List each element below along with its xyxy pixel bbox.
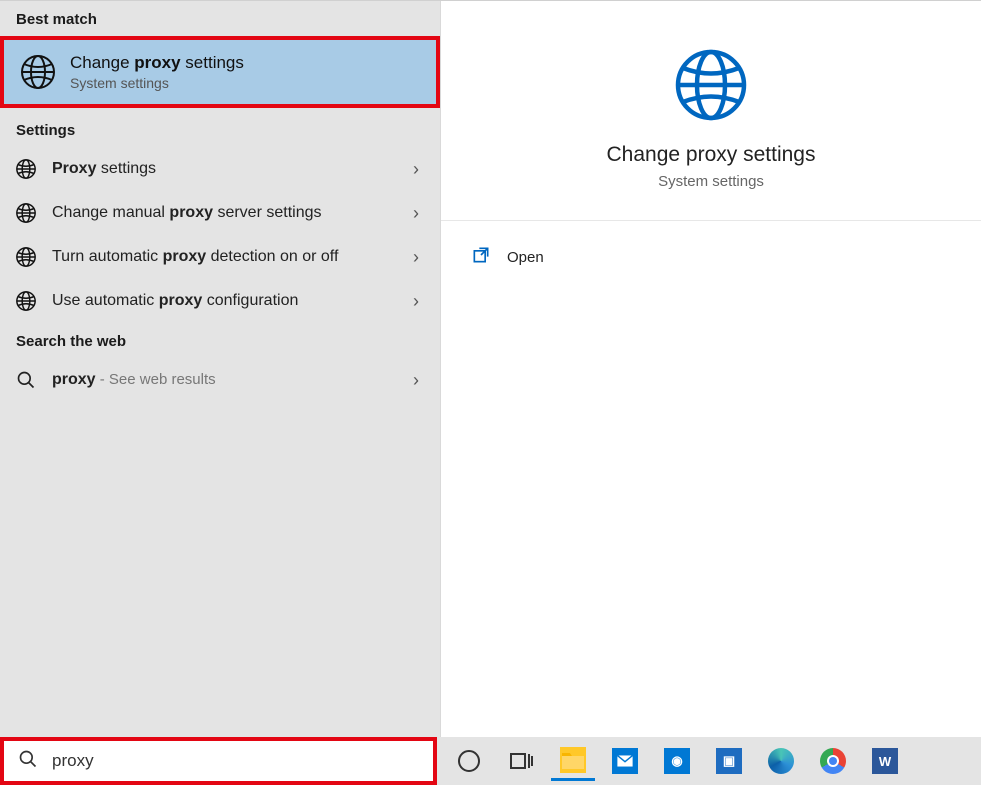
settings-result-manual-proxy[interactable]: Change manual proxy server settings › — [0, 191, 440, 235]
edge-icon — [768, 748, 794, 774]
result-label: Turn automatic proxy detection on or off — [52, 246, 406, 268]
text: proxy — [159, 292, 203, 309]
globe-icon — [14, 289, 38, 313]
globe-icon — [14, 201, 38, 225]
text: proxy — [52, 371, 96, 388]
result-label: Change manual proxy server settings — [52, 202, 406, 224]
open-action[interactable]: Open — [471, 239, 951, 275]
text: settings — [181, 53, 244, 72]
folder-icon — [560, 747, 586, 773]
globe-icon — [14, 245, 38, 269]
text: server settings — [213, 204, 321, 221]
task-view-button[interactable] — [499, 741, 543, 781]
text: proxy — [134, 53, 180, 72]
taskbar-search[interactable] — [0, 737, 437, 785]
app-icon: ▣ — [716, 748, 742, 774]
preview-subtitle: System settings — [441, 173, 981, 190]
file-explorer-button[interactable] — [551, 741, 595, 781]
text: Turn automatic — [52, 248, 163, 265]
web-result-proxy[interactable]: proxy - See web results › — [0, 358, 440, 402]
word-button[interactable]: W — [863, 741, 907, 781]
mail-button[interactable] — [603, 741, 647, 781]
preview-column: Change proxy settings System settings Op… — [441, 1, 981, 737]
result-label: Use automatic proxy configuration — [52, 290, 406, 312]
preview-title: Change proxy settings — [441, 143, 981, 167]
settings-result-auto-detection[interactable]: Turn automatic proxy detection on or off… — [0, 235, 440, 279]
cortana-button[interactable] — [447, 741, 491, 781]
best-match-text: Change proxy settings System settings — [70, 53, 244, 91]
section-header-settings: Settings — [0, 112, 440, 147]
text: detection on or off — [206, 248, 338, 265]
taskbar-icons: ◉ ▣ W — [437, 737, 907, 785]
chrome-icon — [820, 748, 846, 774]
result-label: Proxy settings — [52, 158, 406, 180]
text: Use automatic — [52, 292, 159, 309]
settings-result-proxy-settings[interactable]: Proxy settings › — [0, 147, 440, 191]
word-icon: W — [872, 748, 898, 774]
text: Change — [70, 53, 134, 72]
open-icon — [471, 245, 491, 269]
section-header-best-match: Best match — [0, 1, 440, 36]
edge-button[interactable] — [759, 741, 803, 781]
taskbar: ◉ ▣ W — [0, 737, 981, 785]
search-input[interactable] — [52, 751, 419, 771]
mail-icon — [612, 748, 638, 774]
text: - See web results — [96, 371, 216, 388]
section-header-web: Search the web — [0, 323, 440, 358]
best-match-subtitle: System settings — [70, 75, 244, 91]
start-search-panel: Best match Change proxy settings System … — [0, 0, 981, 737]
chevron-right-icon: › — [406, 159, 426, 180]
text: Proxy — [52, 160, 96, 177]
preview-actions: Open — [441, 221, 981, 293]
text: Change manual — [52, 204, 169, 221]
text: settings — [96, 160, 156, 177]
chevron-right-icon: › — [406, 291, 426, 312]
settings-result-auto-config[interactable]: Use automatic proxy configuration › — [0, 279, 440, 323]
results-column: Best match Change proxy settings System … — [0, 1, 441, 737]
best-match-title: Change proxy settings — [70, 53, 244, 73]
open-label: Open — [507, 249, 544, 266]
chevron-right-icon: › — [406, 370, 426, 391]
preview-header: Change proxy settings System settings — [441, 1, 981, 221]
search-icon — [18, 749, 38, 773]
result-label: proxy - See web results — [52, 369, 406, 391]
globe-icon — [671, 45, 751, 125]
chevron-right-icon: › — [406, 247, 426, 268]
chevron-right-icon: › — [406, 203, 426, 224]
app-button-2[interactable]: ▣ — [707, 741, 751, 781]
best-match-result[interactable]: Change proxy settings System settings — [0, 36, 440, 108]
app-button-1[interactable]: ◉ — [655, 741, 699, 781]
text: configuration — [202, 292, 298, 309]
search-icon — [14, 368, 38, 392]
app-icon: ◉ — [664, 748, 690, 774]
chrome-button[interactable] — [811, 741, 855, 781]
text: proxy — [169, 204, 213, 221]
text: proxy — [163, 248, 207, 265]
globe-icon — [18, 52, 58, 92]
globe-icon — [14, 157, 38, 181]
